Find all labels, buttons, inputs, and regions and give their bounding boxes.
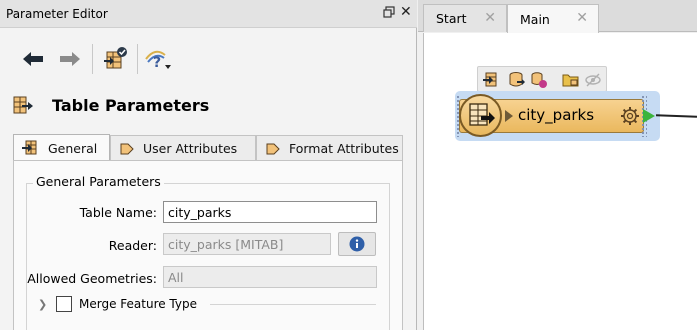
table-icon[interactable] — [482, 71, 500, 89]
close-tab-icon[interactable]: ✕ — [484, 10, 496, 26]
help-question-icon: ? — [145, 50, 171, 71]
toolbar-separator — [137, 44, 138, 74]
float-window-icon[interactable] — [383, 6, 395, 18]
reader-field: city_parks [MITAB] — [163, 233, 331, 255]
tab-main[interactable]: Main ✕ — [507, 4, 599, 33]
attribute-arrow-icon — [265, 142, 281, 156]
toolbar-separator — [92, 44, 93, 74]
close-tab-icon[interactable]: ✕ — [576, 10, 588, 26]
merge-feature-type-row: ❯ Merge Feature Type — [38, 295, 197, 313]
editor-toolbar: ? — [0, 40, 417, 80]
gear-icon[interactable] — [620, 106, 640, 129]
tab-label: Format Attributes — [289, 141, 399, 156]
tab-general[interactable]: General — [13, 134, 110, 161]
chevron-right-icon[interactable]: ❯ — [38, 298, 52, 311]
database-settings-icon[interactable] — [530, 71, 548, 89]
table-check-icon — [104, 47, 127, 69]
tab-label: Start — [436, 11, 467, 26]
reader-label: Reader: — [108, 238, 157, 253]
folder-icon[interactable] — [562, 71, 580, 89]
tab-label: Main — [520, 11, 550, 27]
node-type-badge — [459, 94, 502, 137]
tab-user-attributes[interactable]: User Attributes — [110, 135, 256, 161]
panel-title-bar: Parameter Editor ✕ — [0, 0, 417, 28]
table-name-label: Table Name: — [79, 205, 157, 220]
workspace: Parameter Editor ✕ ? Table Parameters Ge… — [0, 0, 697, 330]
table-icon — [469, 103, 495, 126]
allowed-geometries-field: All — [163, 266, 377, 288]
parameter-editor-panel: Parameter Editor ✕ ? Table Parameters Ge… — [0, 0, 417, 330]
allowed-geometries-label: Allowed Geometries: — [27, 271, 157, 286]
back-button[interactable] — [18, 40, 48, 78]
tab-start[interactable]: Start ✕ — [423, 4, 507, 32]
svg-text:?: ? — [153, 55, 161, 71]
database-icon[interactable] — [508, 71, 526, 89]
table-name-input[interactable]: city_parks — [163, 201, 377, 223]
expand-attributes-icon[interactable] — [505, 110, 513, 122]
canvas-tab-bar: Start ✕ Main ✕ — [418, 0, 697, 33]
attribute-arrow-icon — [119, 142, 135, 156]
forward-button[interactable] — [55, 40, 85, 78]
tab-format-attributes[interactable]: Format Attributes — [256, 135, 403, 161]
merge-feature-type-label: Merge Feature Type — [79, 297, 197, 311]
help-button[interactable]: ? — [143, 40, 173, 78]
tab-label: User Attributes — [143, 141, 238, 156]
arrow-left-icon — [23, 52, 43, 66]
section-title: Table Parameters — [52, 96, 210, 115]
reader-info-button[interactable] — [338, 232, 376, 256]
panel-title: Parameter Editor — [6, 7, 108, 21]
visibility-icon[interactable] — [584, 71, 602, 89]
divider — [210, 304, 376, 305]
output-port[interactable] — [643, 109, 655, 123]
node-label: city_parks — [518, 106, 595, 124]
group-label: General Parameters — [33, 174, 164, 189]
arrow-right-icon — [60, 52, 80, 66]
node-quick-toolbar — [477, 66, 607, 92]
info-icon — [349, 236, 365, 252]
tab-label: General — [48, 140, 98, 156]
merge-feature-type-checkbox[interactable] — [56, 296, 72, 312]
table-icon — [22, 140, 40, 156]
close-panel-icon[interactable]: ✕ — [400, 4, 412, 20]
parameter-tabs: General User Attributes Format Attribute… — [13, 134, 403, 161]
apply-button[interactable] — [100, 40, 130, 78]
table-icon — [12, 96, 34, 119]
